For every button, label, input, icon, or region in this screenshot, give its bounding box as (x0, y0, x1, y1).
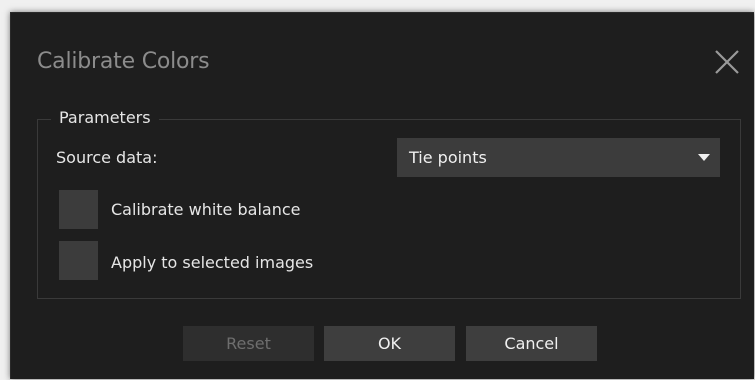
source-data-label: Source data: (56, 148, 158, 167)
dialog-title: Calibrate Colors (37, 49, 210, 74)
cancel-button[interactable]: Cancel (466, 326, 597, 361)
parameters-group-title: Parameters (51, 108, 159, 127)
close-icon (715, 50, 739, 74)
calibrate-white-balance-label[interactable]: Calibrate white balance (111, 200, 300, 219)
source-data-select[interactable]: Tie points (397, 138, 720, 177)
chevron-down-icon (698, 154, 710, 161)
apply-selected-images-label[interactable]: Apply to selected images (111, 253, 313, 272)
ok-button[interactable]: OK (324, 326, 455, 361)
apply-selected-images-checkbox[interactable] (59, 241, 98, 280)
close-button[interactable] (712, 47, 742, 77)
calibrate-colors-dialog: Calibrate Colors Parameters Source data:… (10, 12, 754, 379)
calibrate-white-balance-checkbox[interactable] (59, 190, 98, 229)
source-data-value: Tie points (409, 148, 487, 167)
reset-button[interactable]: Reset (183, 326, 314, 361)
